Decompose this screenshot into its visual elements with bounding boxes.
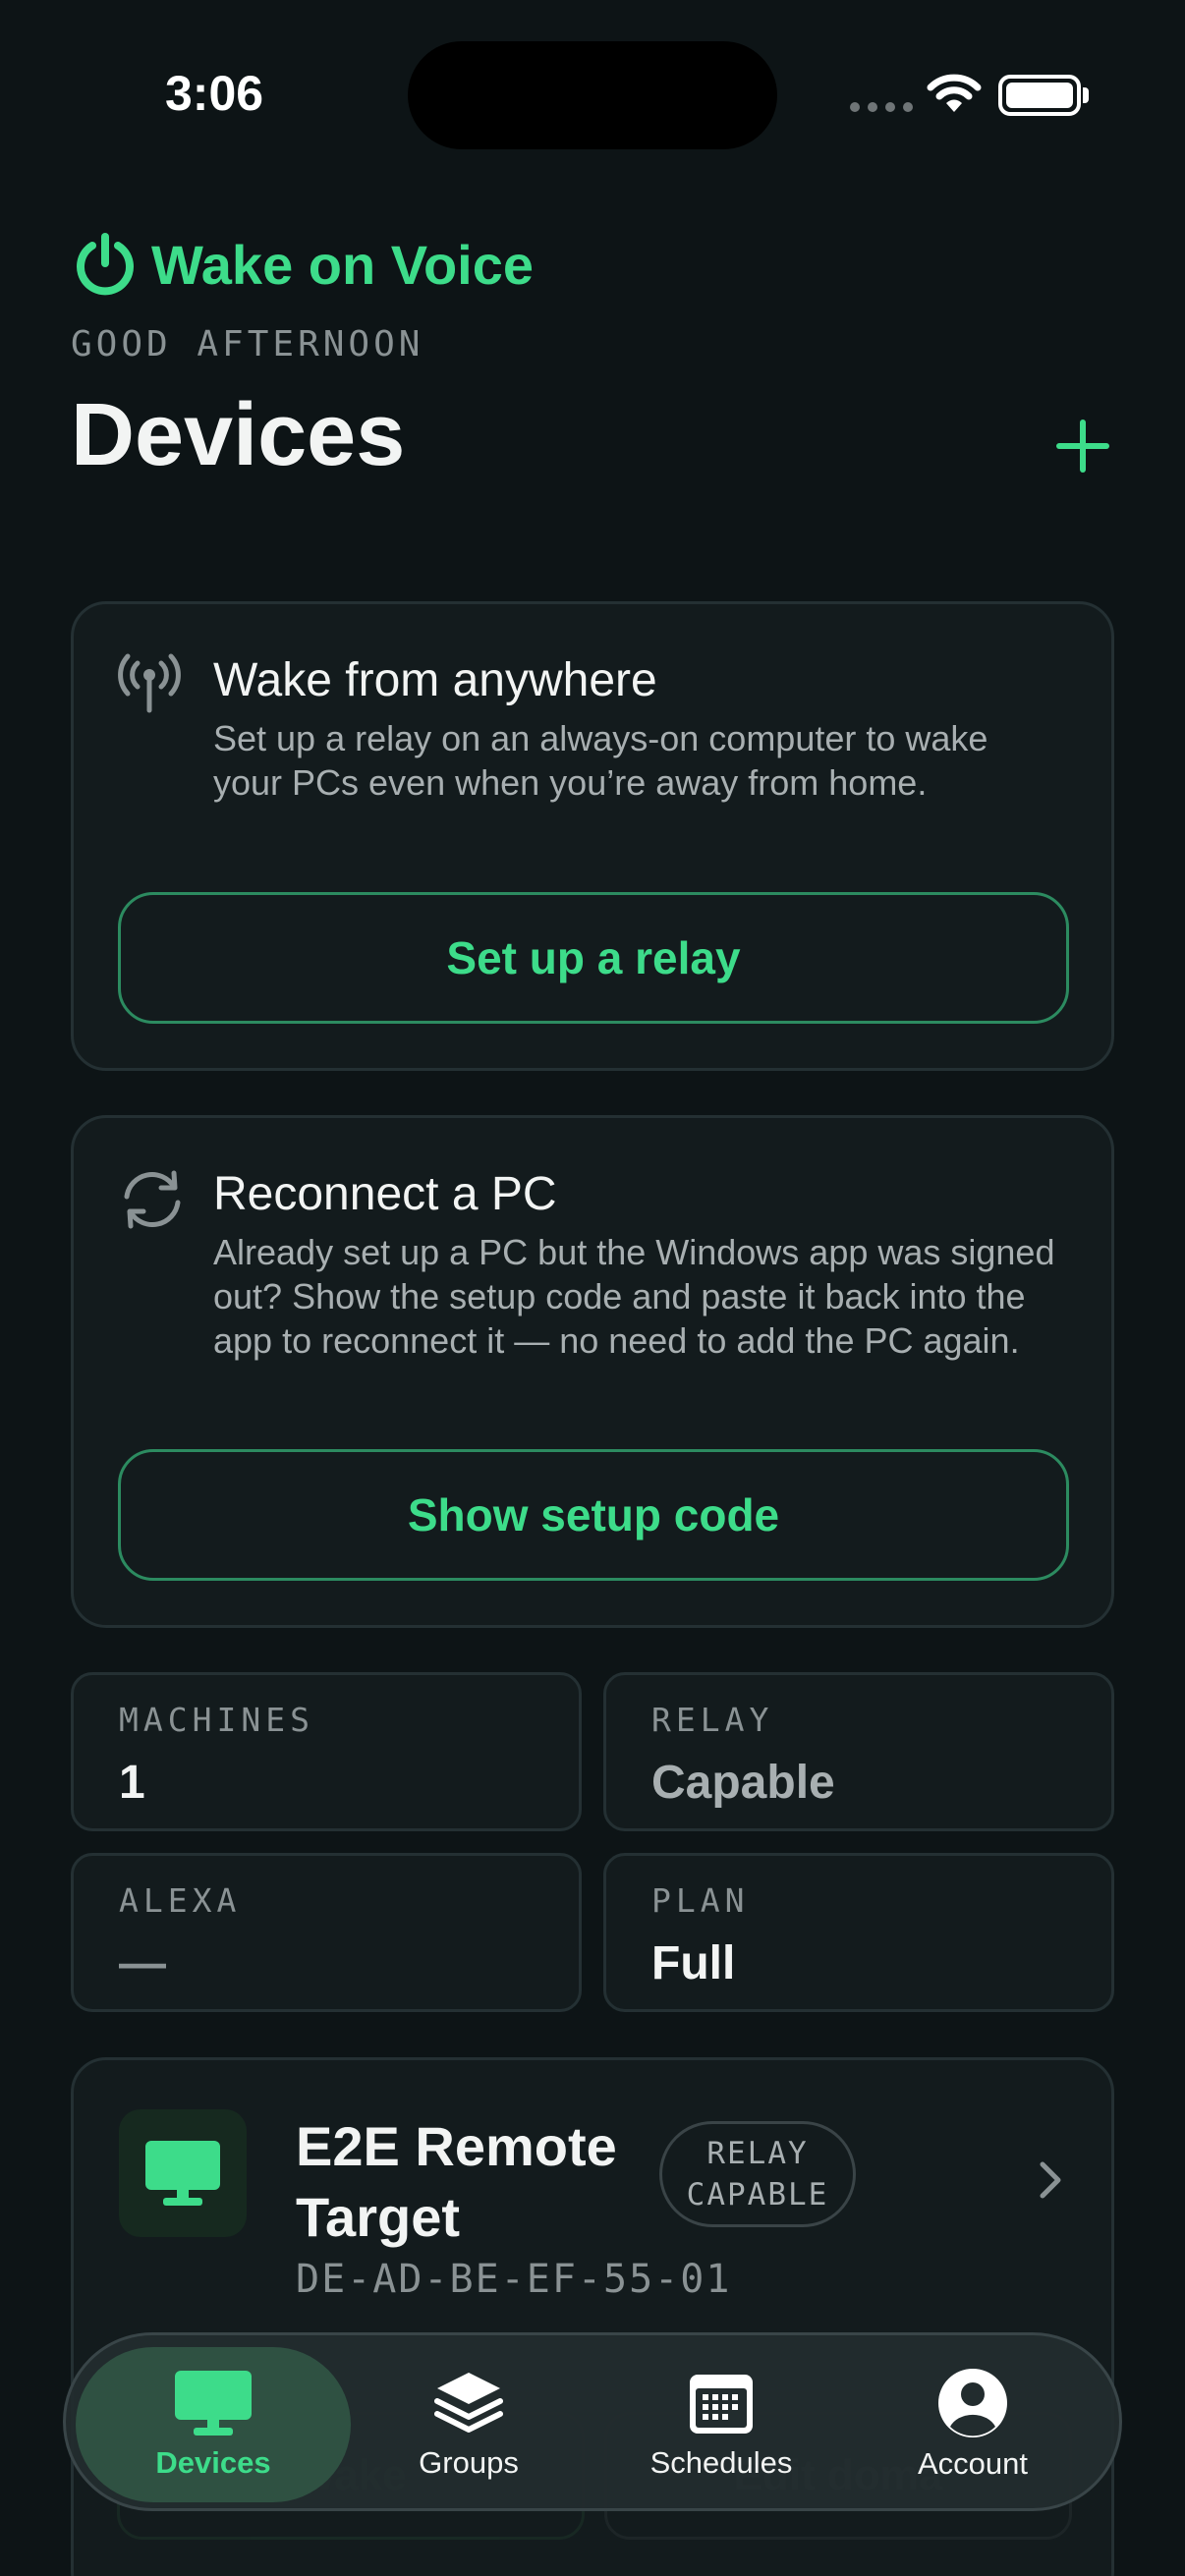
stat-value: Capable [651,1757,835,1809]
stat-label: RELAY [651,1701,774,1739]
chevron-right-icon[interactable] [1037,2158,1064,2202]
monitor-icon [145,2141,220,2206]
tab-label: Devices [155,2445,271,2480]
stat-value: 1 [119,1757,145,1809]
reconnect-card-description: Already set up a PC but the Windows app … [213,1232,1055,1361]
cellular-icon [850,102,913,112]
layers-icon [434,2373,503,2433]
show-setup-code-button[interactable]: Show setup code [118,1449,1069,1581]
monitor-icon [175,2371,252,2436]
app-brand: Wake on Voice [73,232,534,297]
stat-label: ALEXA [119,1881,242,1920]
stat-machines: MACHINES 1 [71,1672,582,1831]
stat-alexa: ALEXA — [71,1853,582,2012]
relay-capable-badge: RELAY CAPABLE [659,2121,856,2227]
tab-label: Groups [419,2445,519,2480]
stat-value: — [119,1937,166,1989]
relay-card-description: Set up a relay on an always-on computer … [213,718,988,803]
device-icon-box [119,2109,247,2237]
power-icon [77,233,134,296]
brand-name: Wake on Voice [151,233,534,296]
stat-label: PLAN [651,1881,750,1920]
badge-line: CAPABLE [686,2177,829,2212]
battery-icon [998,75,1081,116]
stat-value: Full [651,1937,736,1989]
greeting: GOOD AFTERNOON [71,324,424,364]
dynamic-island [408,41,777,149]
wifi-icon [927,74,982,112]
reconnect-pc-card: Reconnect a PC Already set up a PC but t… [71,1115,1114,1628]
calendar-icon [690,2375,753,2434]
tab-schedules[interactable]: Schedules [584,2347,859,2502]
add-device-button[interactable] [1047,411,1118,481]
tab-bar: Devices Groups Schedules Account [63,2332,1122,2511]
relay-setup-card: Wake from anywhere Set up a relay on an … [71,601,1114,1071]
badge-line: RELAY [706,2136,809,2171]
stat-plan: PLAN Full [603,1853,1114,2012]
tab-groups[interactable]: Groups [331,2347,606,2502]
refresh-icon [124,1170,181,1229]
device-mac-address: DE-AD-BE-EF-55-01 [296,2257,732,2302]
tab-devices[interactable]: Devices [76,2347,351,2502]
plus-icon [1056,420,1109,473]
reconnect-card-title: Reconnect a PC [213,1168,557,1220]
device-name: E2E Remote Target [296,2115,617,2248]
stat-relay: RELAY Capable [603,1672,1114,1831]
user-circle-icon [938,2369,1007,2437]
tab-account[interactable]: Account [835,2347,1110,2502]
stat-label: MACHINES [119,1701,314,1739]
setup-relay-button[interactable]: Set up a relay [118,892,1069,1024]
tab-label: Account [917,2446,1028,2481]
relay-card-title: Wake from anywhere [213,654,657,706]
page-title: Devices [71,386,406,484]
antenna-icon [118,653,181,713]
status-time: 3:06 [165,66,264,121]
tab-label: Schedules [649,2445,793,2480]
